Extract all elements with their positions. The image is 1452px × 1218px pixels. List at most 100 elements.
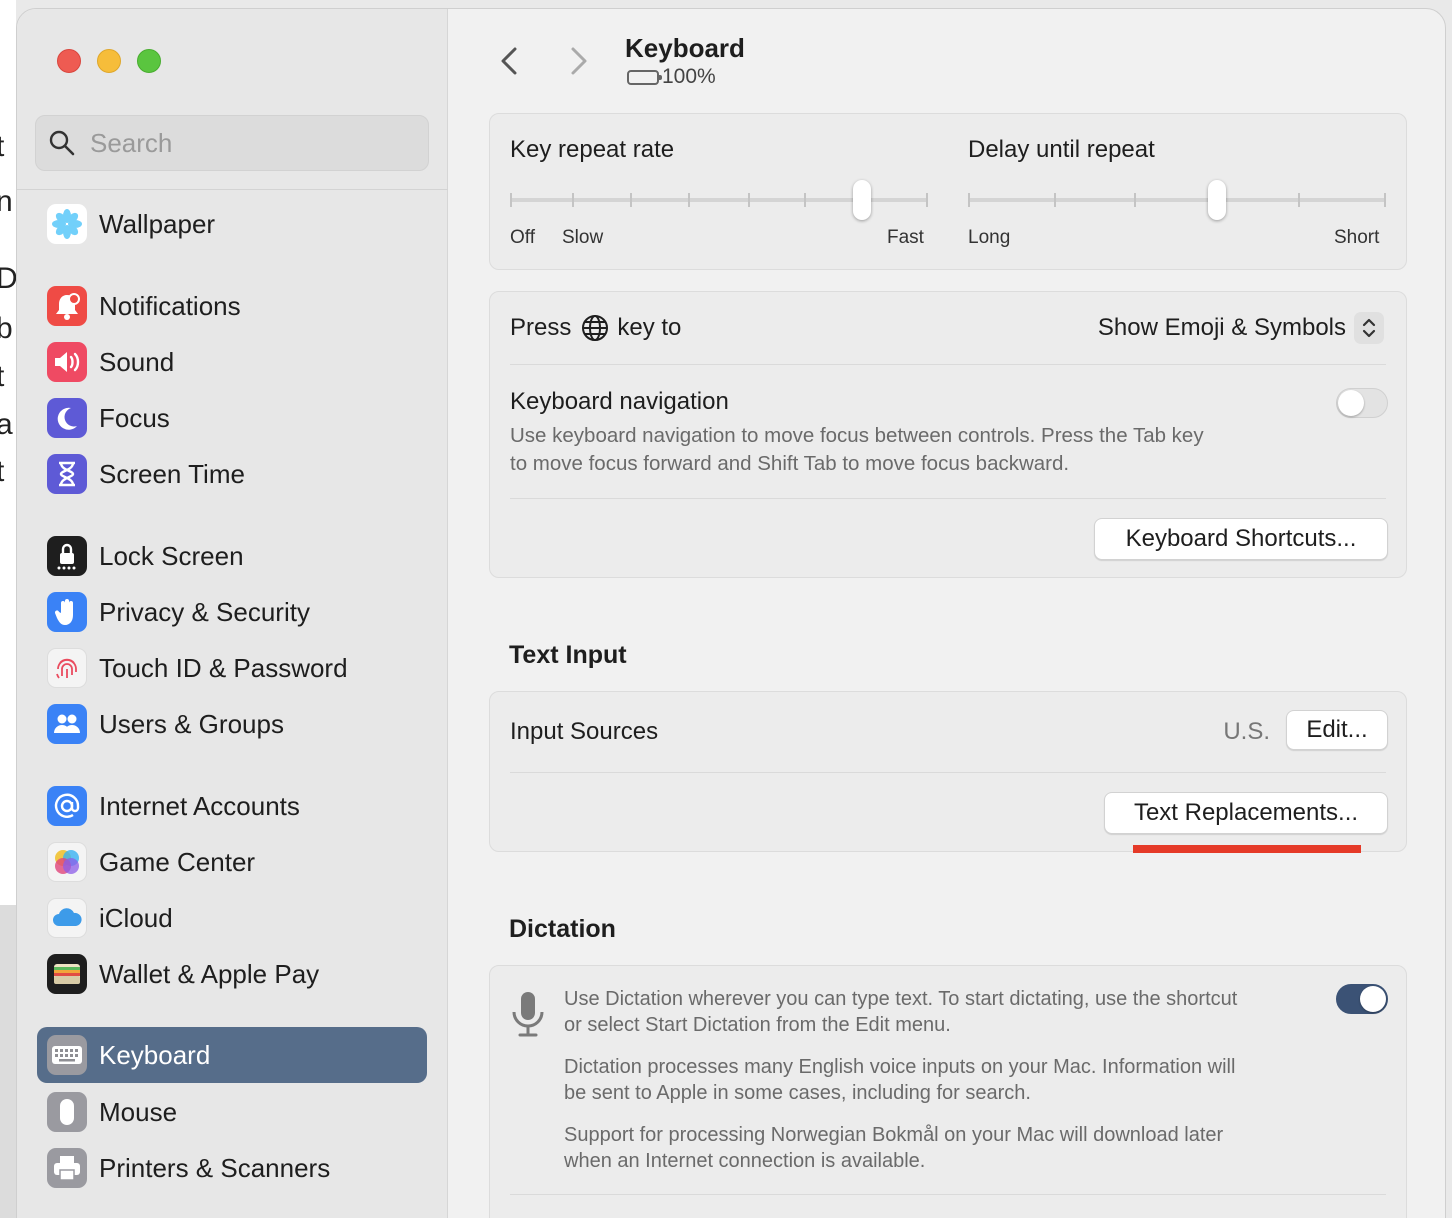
desc-line: Support for processing Norwegian Bokmål … [564,1124,1224,1146]
delay-until-repeat-thumb[interactable] [1208,180,1226,220]
divider [510,772,1386,773]
sidebar-item-label: iCloud [99,902,173,933]
highlight-underline [1133,845,1361,853]
sound-icon [47,342,87,382]
rate-slow-label: Slow [562,227,604,248]
sidebar-item-label: Screen Time [99,458,245,489]
rate-off-label: Off [510,227,535,248]
users-icon [47,704,87,744]
sidebar-item-focus[interactable]: Focus [37,391,427,445]
sidebar-item-wallpaper[interactable]: Wallpaper [37,197,427,251]
globe-key-popup[interactable]: Show Emoji & Symbols [1098,312,1384,344]
divider [510,498,1386,499]
sidebar-item-label: Privacy & Security [99,596,310,627]
keyboard-navigation-title: Keyboard navigation [510,388,729,415]
sidebar-item-label: Wallpaper [99,208,216,239]
text-input-heading: Text Input [509,641,627,669]
at-icon [47,786,87,826]
keyboard-navigation-description: Use keyboard navigation to move focus be… [510,422,1204,478]
battery-percent: 100% [662,65,716,88]
sidebar: Wallpaper Notifications Sound Focus Scre [17,9,448,1218]
minimize-button[interactable] [97,49,121,73]
sidebar-item-sound[interactable]: Sound [37,335,427,389]
press-prefix: Press [510,314,572,341]
microphone-icon [512,992,544,1037]
divider [510,1194,1386,1195]
background-document: t n D b t a t [0,0,16,1218]
delay-until-repeat-slider[interactable] [968,180,1386,220]
mouse-icon [47,1092,87,1132]
cloud-icon [47,898,87,938]
up-down-chevron-icon [1354,312,1384,344]
close-button[interactable] [57,49,81,73]
window-controls [57,49,161,73]
sidebar-item-label: Focus [99,402,170,433]
sidebar-item-privacy-security[interactable]: Privacy & Security [37,585,427,639]
sidebar-item-users-groups[interactable]: Users & Groups [37,697,427,751]
dictation-toggle[interactable] [1336,984,1388,1014]
search-icon [49,130,75,156]
delay-until-repeat-label: Delay until repeat [968,136,1155,163]
focus-moon-icon [47,398,87,438]
sidebar-item-label: Game Center [99,846,256,877]
sidebar-item-label: Users & Groups [99,708,284,739]
zoom-button[interactable] [137,49,161,73]
wallpaper-icon [47,204,87,244]
input-sources-label: Input Sources [510,718,659,745]
game-center-icon [47,842,87,882]
desc-line: when an Internet connection is available… [564,1150,926,1172]
sidebar-item-touch-id[interactable]: Touch ID & Password [37,641,427,695]
globe-key-value: Show Emoji & Symbols [1097,314,1346,341]
sidebar-item-label: Mouse [99,1096,178,1127]
sidebar-item-label: Printers & Scanners [99,1152,331,1183]
press-suffix: key to [617,314,682,341]
sidebar-item-icloud[interactable]: iCloud [37,891,427,945]
sidebar-item-label: Lock Screen [99,540,244,571]
delay-long-label: Long [968,227,1011,248]
hourglass-icon [47,454,87,494]
sidebar-item-printers-scanners[interactable]: Printers & Scanners [37,1141,427,1195]
sidebar-item-game-center[interactable]: Game Center [37,835,427,889]
back-chevron-icon[interactable] [495,43,523,79]
sidebar-item-mouse[interactable]: Mouse [37,1085,427,1139]
battery-status: 100% [627,65,716,89]
input-sources-edit-button[interactable]: Edit... [1286,710,1388,750]
dictation-description-3: Support for processing Norwegian Bokmål … [564,1122,1223,1174]
battery-icon [627,69,662,85]
keyboard-options-card: Press key to Show Emoji & Symbols Keyboa… [489,291,1407,578]
settings-window: Wallpaper Notifications Sound Focus Scre [16,8,1446,1218]
keyboard-shortcuts-button[interactable]: Keyboard Shortcuts... [1094,518,1388,560]
dictation-description-2: Dictation processes many English voice i… [564,1054,1235,1106]
key-repeat-rate-thumb[interactable] [853,180,871,220]
dictation-heading: Dictation [509,915,616,943]
sidebar-item-notifications[interactable]: Notifications [37,279,427,333]
dictation-description-1: Use Dictation wherever you can type text… [564,986,1237,1038]
sidebar-item-screen-time[interactable]: Screen Time [37,447,427,501]
sidebar-divider [17,189,448,190]
key-repeat-card: Key repeat rate Off Slow Fast Delay unti… [489,113,1407,270]
divider [510,364,1386,365]
desc-line: be sent to Apple in some cases, includin… [564,1082,1031,1104]
page-title: Keyboard [625,33,745,63]
desc-line: or select Start Dictation from the Edit … [564,1014,951,1036]
printer-icon [47,1148,87,1188]
globe-icon [582,315,609,341]
text-replacements-button[interactable]: Text Replacements... [1104,792,1388,834]
key-repeat-rate-slider[interactable] [510,180,928,220]
sidebar-item-label: Keyboard [99,1039,211,1070]
keyboard-icon [47,1035,87,1075]
fingerprint-icon [47,648,87,688]
sidebar-item-keyboard[interactable]: Keyboard [37,1027,427,1083]
wallet-icon [47,954,87,994]
sidebar-item-label: Sound [99,346,175,377]
search-input[interactable] [90,127,390,159]
sidebar-item-lock-screen[interactable]: Lock Screen [37,529,427,583]
delay-short-label: Short [1334,227,1380,248]
search-field[interactable] [35,115,429,171]
forward-chevron-icon[interactable] [565,43,593,79]
key-repeat-rate-label: Key repeat rate [510,136,675,163]
rate-fast-label: Fast [887,227,924,248]
sidebar-item-internet-accounts[interactable]: Internet Accounts [37,779,427,833]
keyboard-navigation-toggle[interactable] [1336,388,1388,418]
sidebar-item-wallet[interactable]: Wallet & Apple Pay [37,947,427,1001]
